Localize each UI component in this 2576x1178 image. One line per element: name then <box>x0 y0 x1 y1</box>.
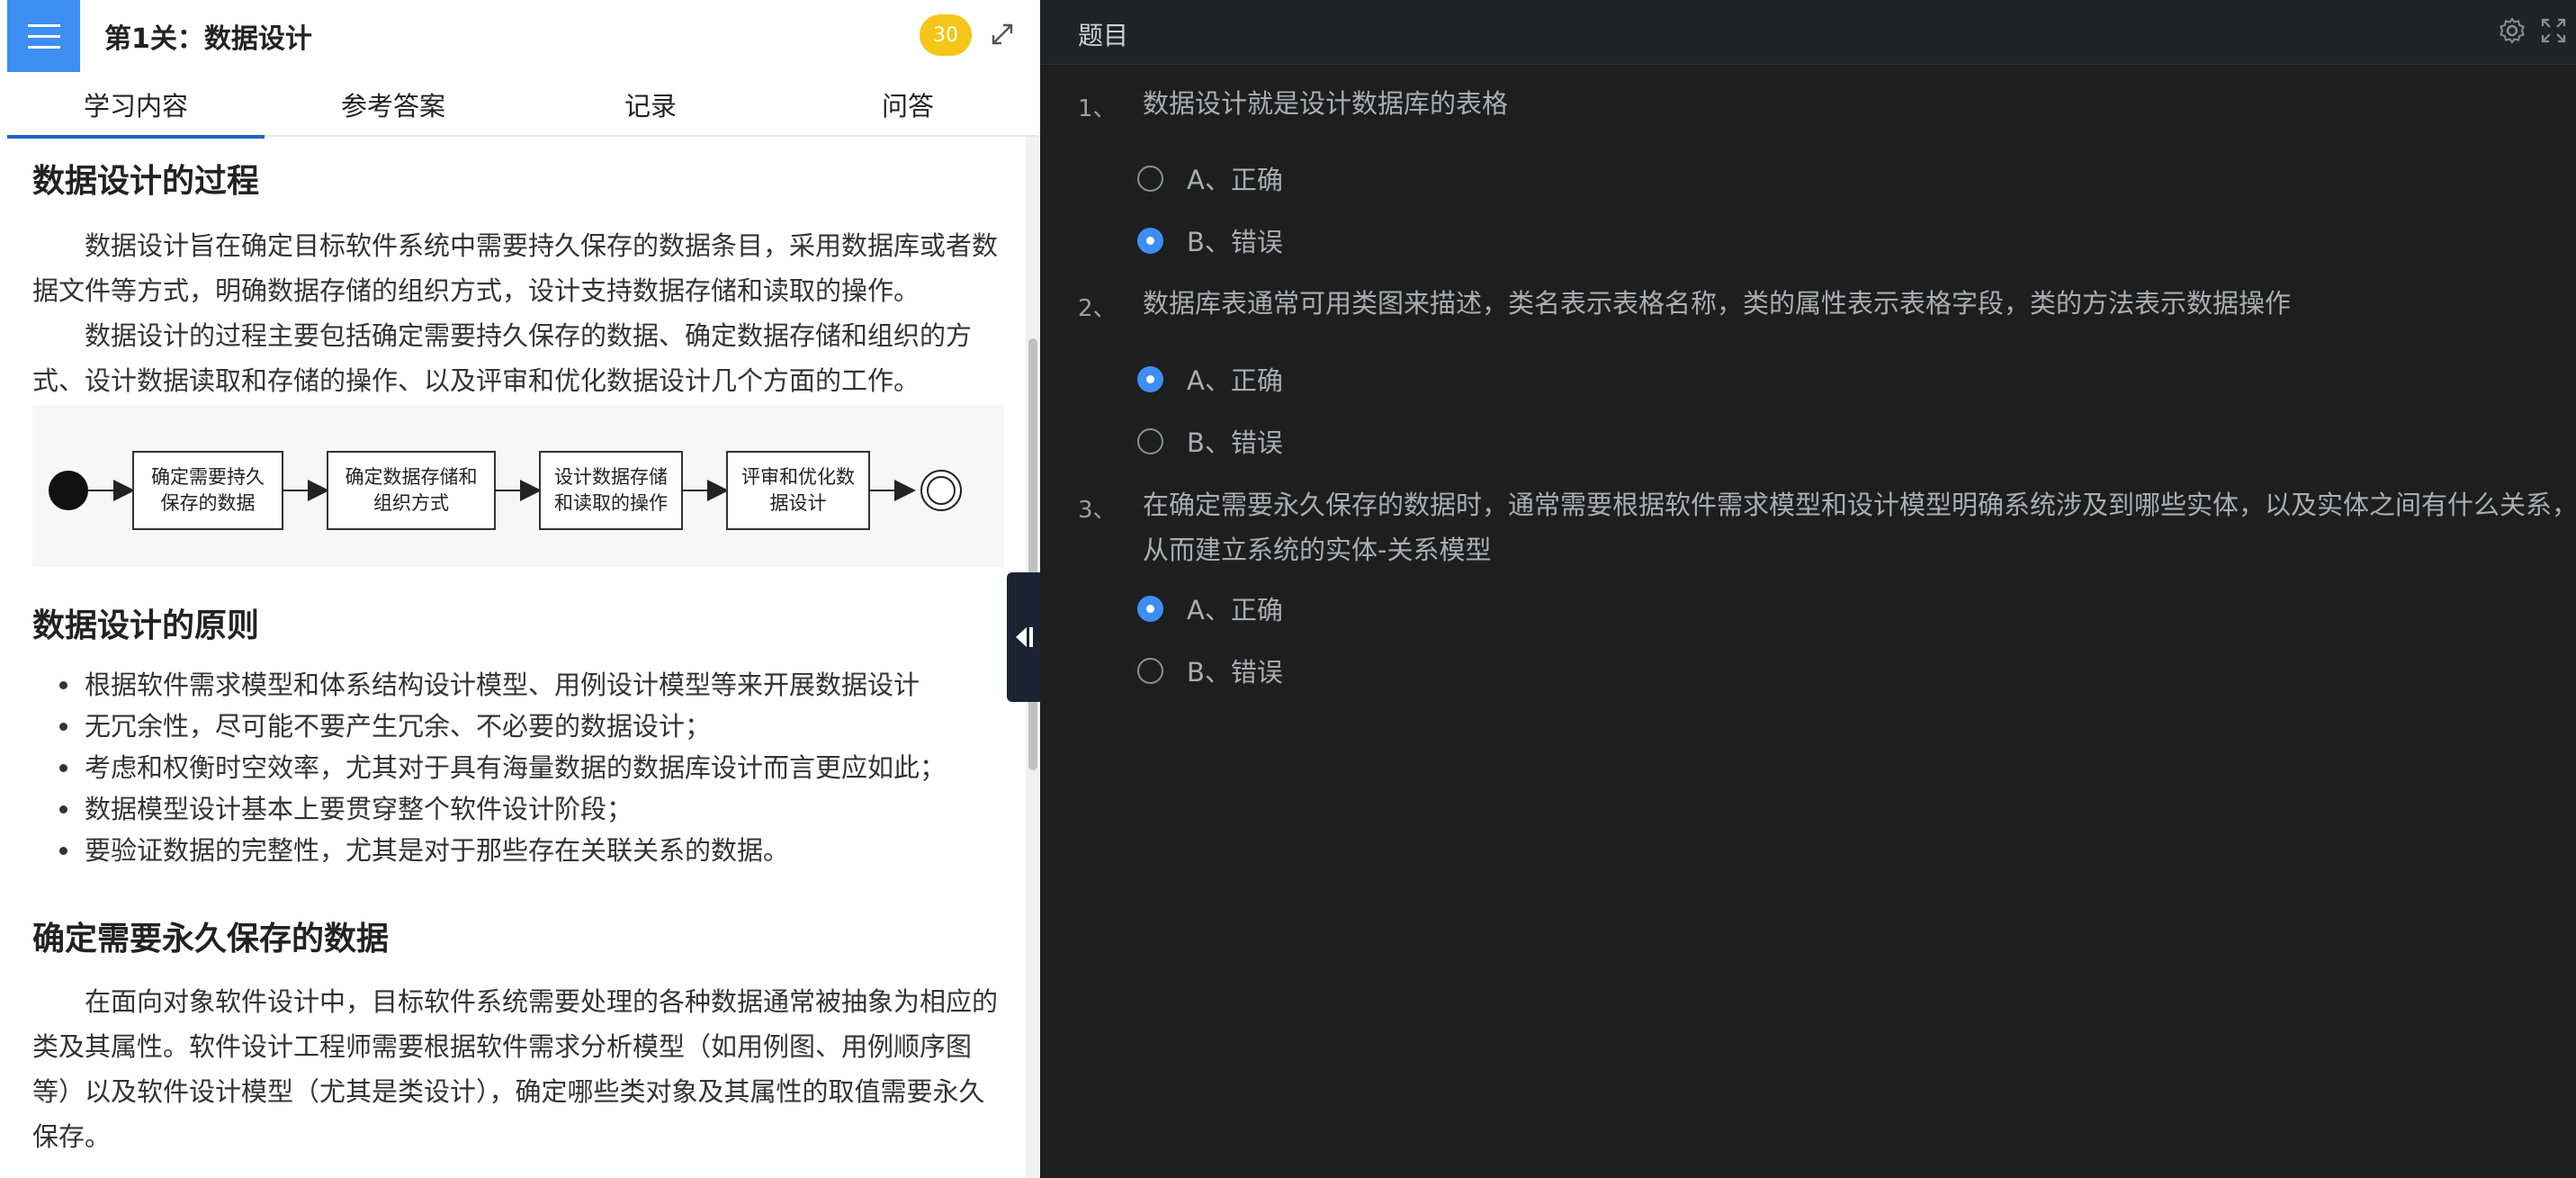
process-diagram-svg: 确定需要持久 保存的数据 确定数据存储和 组织方式 设计数据存储 和读取的操作 … <box>49 451 962 530</box>
option-label: A、正确 <box>1187 165 1283 195</box>
content-scrollbar-thumb[interactable] <box>1028 338 1037 770</box>
question-number-1: 1、 <box>1078 95 1117 122</box>
question-2-option-b[interactable]: B、错误 <box>1137 422 1283 460</box>
question-2-option-a[interactable]: A、正确 <box>1137 360 1283 398</box>
diagram-step-1 <box>132 451 283 530</box>
process-diagram: 确定需要持久 保存的数据 确定数据存储和 组织方式 设计数据存储 和读取的操作 … <box>32 405 1004 567</box>
question-number-2: 2、 <box>1078 295 1117 322</box>
question-3-option-b[interactable]: B、错误 <box>1137 652 1283 689</box>
option-label: B、错误 <box>1187 427 1283 458</box>
lesson-title: 第1关：数据设计 <box>104 23 312 55</box>
option-label: A、正确 <box>1187 365 1283 396</box>
quiz-panel: 题目 1、 数据设计就是设计数据库的表格 A、正确 B、错误 2、 数据库表通常… <box>1040 0 2576 1178</box>
diagram-step-3 <box>539 451 683 530</box>
question-1-option-b[interactable]: B、错误 <box>1137 221 1283 259</box>
option-label: B、错误 <box>1187 657 1283 688</box>
expand-icon[interactable] <box>988 20 1017 49</box>
section-heading-persist: 确定需要永久保存的数据 <box>32 921 390 958</box>
diagram-step-4-line-2: 据设计 <box>770 492 827 514</box>
diagram-step-1-line-2: 保存的数据 <box>161 492 256 514</box>
tab-bar: 学习内容 参考答案 记录 问答 <box>7 72 1038 139</box>
option-label: A、正确 <box>1187 595 1283 625</box>
gear-icon[interactable] <box>2498 16 2527 45</box>
list-item: 数据模型设计基本上要贯穿整个软件设计阶段； <box>32 788 1004 830</box>
list-item: 无冗余性，尽可能不要产生冗余、不必要的数据设计； <box>32 706 1004 747</box>
diagram-step-2-line-1: 确定数据存储和 <box>346 466 478 488</box>
collapse-left-icon <box>1016 627 1033 647</box>
diagram-step-4-line-1: 评审和优化数 <box>741 466 855 488</box>
question-1-option-a[interactable]: A、正确 <box>1137 159 1283 197</box>
collapse-panel-button[interactable] <box>1007 572 1041 702</box>
paragraph-persist-1: 在面向对象软件设计中，目标软件系统需要处理的各种数据通常被抽象为相应的类及其属性… <box>32 986 999 1152</box>
radio-checked[interactable] <box>1137 365 1163 392</box>
question-text-2: 数据库表通常可用类图来描述，类名表示表格名称，类的属性表示表格字段，类的方法表示… <box>1143 288 2292 319</box>
diagram-start-node <box>49 471 88 510</box>
question-number-3: 3、 <box>1078 497 1117 524</box>
question-text-3: 在确定需要永久保存的数据时，通常需要根据软件需求模型和设计模型明确系统涉及到哪些… <box>1143 490 2576 565</box>
question-3-option-a[interactable]: A、正确 <box>1137 589 1283 627</box>
section-heading-process: 数据设计的过程 <box>32 163 260 200</box>
menu-icon <box>27 23 60 27</box>
diagram-step-3-line-2: 和读取的操作 <box>554 492 668 514</box>
quiz-title: 题目 <box>1078 21 1129 50</box>
list-item: 要验证数据的完整性，尤其是对于那些存在关联关系的数据。 <box>32 830 1004 871</box>
question-text-1: 数据设计就是设计数据库的表格 <box>1143 88 1509 119</box>
score-badge: 30 <box>920 14 972 56</box>
tab-reference-answer[interactable]: 参考答案 <box>265 72 522 137</box>
paragraph-process-1: 数据设计旨在确定目标软件系统中需要持久保存的数据条目，采用数据库或者数据文件等方… <box>32 230 999 306</box>
diagram-step-3-line-1: 设计数据存储 <box>554 466 668 488</box>
menu-button[interactable] <box>7 0 80 72</box>
tab-learning-content[interactable]: 学习内容 <box>7 72 265 139</box>
radio-unchecked[interactable] <box>1137 427 1163 454</box>
list-item: 根据软件需求模型和体系结构设计模型、用例设计模型等来开展数据设计 <box>32 664 1004 706</box>
list-item: 考虑和权衡时空效率，尤其对于具有海量数据的数据库设计而言更应如此； <box>32 747 1004 788</box>
principles-list: 根据软件需求模型和体系结构设计模型、用例设计模型等来开展数据设计 无冗余性，尽可… <box>32 664 1004 871</box>
radio-unchecked[interactable] <box>1137 657 1163 684</box>
diagram-step-2 <box>327 451 496 530</box>
tab-records[interactable]: 记录 <box>522 72 779 137</box>
section-heading-principles: 数据设计的原则 <box>32 607 260 644</box>
radio-checked[interactable] <box>1137 227 1163 254</box>
radio-unchecked[interactable] <box>1137 165 1163 192</box>
diagram-step-2-line-2: 组织方式 <box>373 492 449 514</box>
paragraph-process-2: 数据设计的过程主要包括确定需要持久保存的数据、确定数据存储和组织的方式、设计数据… <box>32 320 973 396</box>
radio-checked[interactable] <box>1137 595 1163 622</box>
option-label: B、错误 <box>1187 227 1283 257</box>
diagram-step-4 <box>726 451 870 530</box>
learning-panel: 第1关：数据设计 30 学习内容 参考答案 记录 问答 数据设计的过程 数据设计… <box>0 0 1040 1178</box>
tab-qa[interactable]: 问答 <box>779 72 1037 137</box>
quiz-header: 题目 <box>1040 0 2576 65</box>
diagram-step-1-line-1: 确定需要持久 <box>151 466 265 488</box>
fullscreen-icon[interactable] <box>2539 16 2568 45</box>
